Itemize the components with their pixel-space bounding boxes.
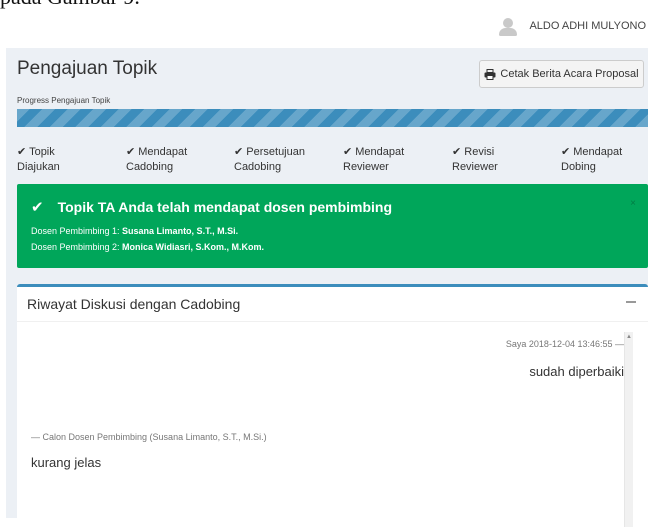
user-name: ALDO ADHI MULYONO	[529, 20, 646, 32]
content-panel: Pengajuan Topik Cetak Berita Acara Propo…	[6, 48, 648, 527]
minus-icon[interactable]	[626, 301, 636, 303]
step-revisi-reviewer: ✔ Revisi Reviewer	[452, 146, 498, 173]
scroll-up-icon[interactable]: ▲	[626, 334, 632, 340]
check-icon: ✔	[31, 199, 44, 216]
step-mendapat-dobing: ✔ Mendapat Dobing	[561, 146, 623, 173]
alert-title: ✔ Topik TA Anda telah mendapat dosen pem…	[31, 198, 392, 216]
progress-bar	[17, 109, 648, 127]
alert-supervisor-1: Dosen Pembimbing 1: Susana Limanto, S.T.…	[31, 226, 239, 236]
progress-steps: ✔ Topik Diajukan ✔ Mendapat Cadobing ✔ P…	[17, 145, 648, 179]
step-topik-diajukan: ✔ Topik Diajukan	[17, 146, 60, 173]
message-meta: Saya 2018-12-04 13:46:55 —	[505, 339, 624, 349]
success-alert: ✔ Topik TA Anda telah mendapat dosen pem…	[17, 184, 648, 268]
step-persetujuan-cadobing: ✔ Persetujuan Cadobing	[234, 146, 305, 173]
top-navbar: ALDO ADHI MULYONO	[0, 0, 652, 46]
user-avatar-icon	[499, 16, 518, 36]
alert-close-button[interactable]: ×	[630, 198, 636, 209]
step-mendapat-reviewer: ✔ Mendapat Reviewer	[343, 146, 405, 173]
discussion-title: Riwayat Diskusi dengan Cadobing	[27, 296, 241, 312]
alert-title-text: Topik TA Anda telah mendapat dosen pembi…	[57, 199, 393, 215]
progress-label: Progress Pengajuan Topik	[17, 96, 111, 105]
message-meta: — Calon Dosen Pembimbing (Susana Limanto…	[31, 432, 267, 442]
page-title: Pengajuan Topik	[17, 58, 158, 79]
print-button-label: Cetak Berita Acara Proposal	[500, 68, 639, 80]
discussion-box: Riwayat Diskusi dengan Cadobing Saya 201…	[17, 284, 648, 527]
message-text: kurang jelas	[31, 455, 102, 470]
chat-history: Saya 2018-12-04 13:46:55 — sudah diperba…	[17, 322, 648, 527]
print-proposal-button[interactable]: Cetak Berita Acara Proposal	[479, 60, 644, 88]
printer-icon	[484, 68, 496, 80]
chat-scrollbar[interactable]: ▲	[624, 332, 633, 527]
alert-supervisor-2: Dosen Pembimbing 2: Monica Widiasri, S.K…	[31, 242, 264, 252]
user-menu[interactable]: ALDO ADHI MULYONO	[499, 14, 646, 38]
message-text: sudah diperbaiki	[529, 364, 624, 379]
step-mendapat-cadobing: ✔ Mendapat Cadobing	[126, 146, 188, 173]
discussion-box-header: Riwayat Diskusi dengan Cadobing	[17, 287, 648, 322]
